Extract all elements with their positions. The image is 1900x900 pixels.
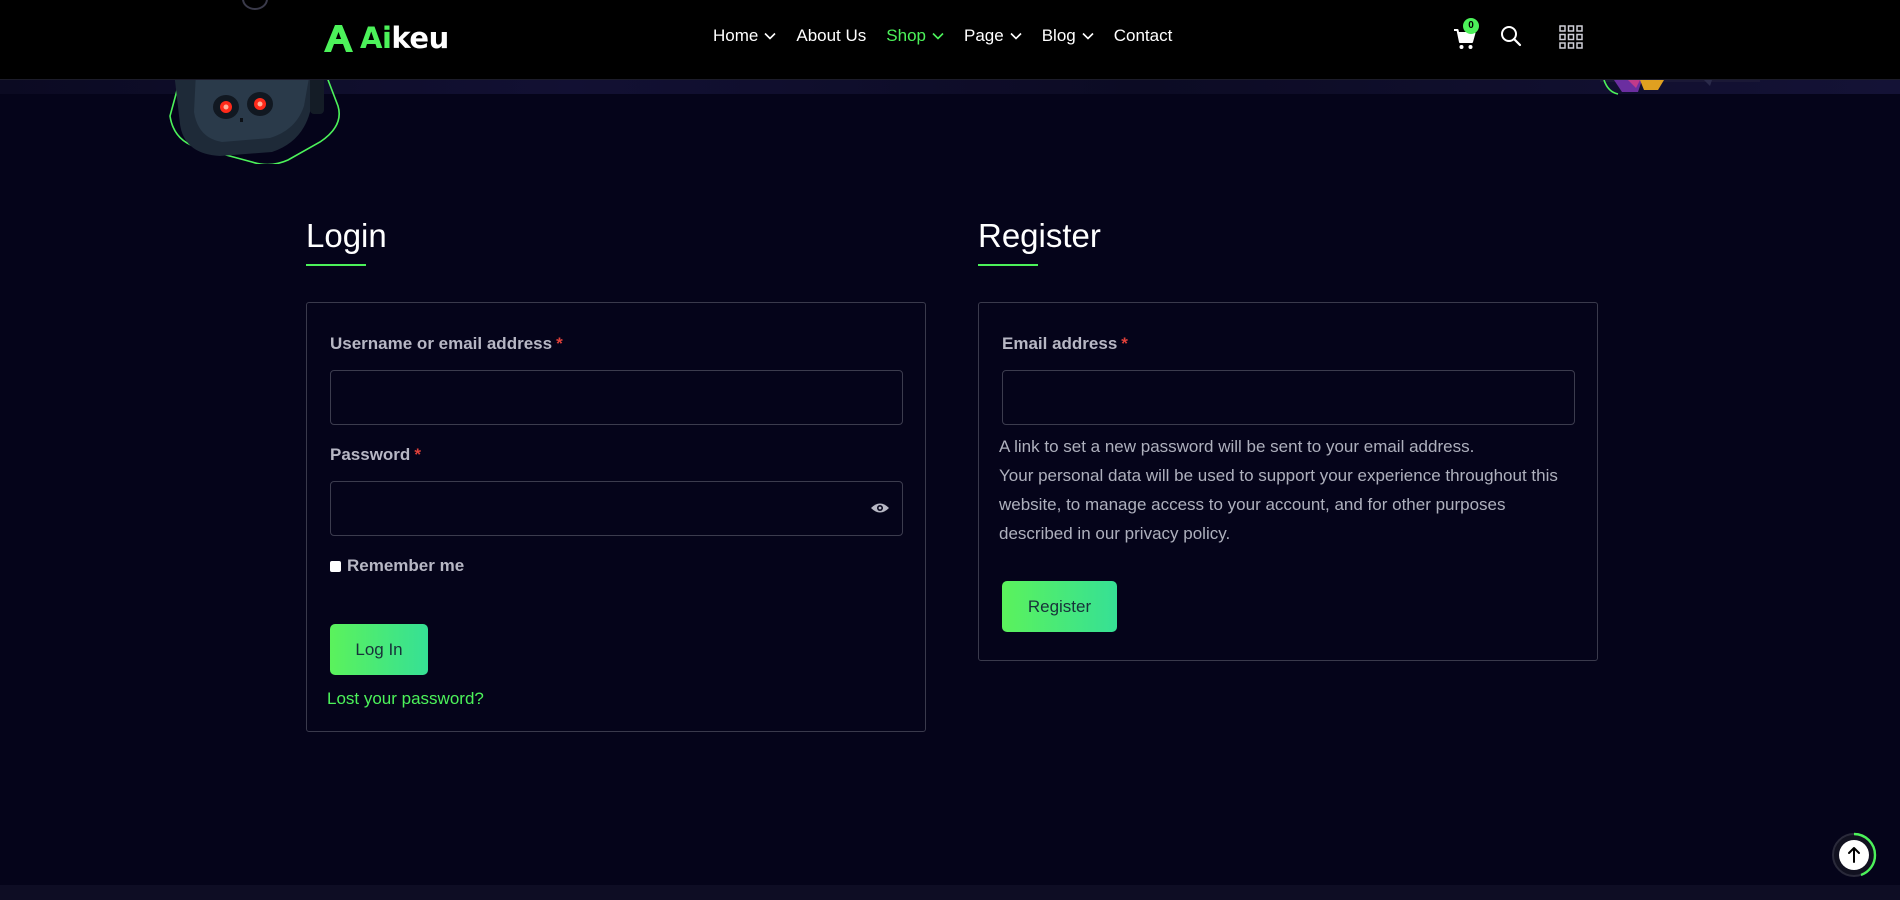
nav-item-about-us[interactable]: About Us xyxy=(796,26,866,46)
register-title-underline xyxy=(978,264,1038,266)
nav-item-blog[interactable]: Blog xyxy=(1042,26,1094,46)
chevron-down-icon xyxy=(764,32,776,40)
nav-item-label: Blog xyxy=(1041,26,1076,45)
required-asterisk: * xyxy=(1121,334,1128,353)
password-label-text: Password xyxy=(330,445,411,464)
nav-item-label: Shop xyxy=(886,26,926,45)
site-header: Aikeu Home About Us Shop Page Blog Conta… xyxy=(0,0,1900,80)
scroll-to-top-button[interactable] xyxy=(1831,832,1877,878)
nav-item-page[interactable]: Page xyxy=(964,26,1022,46)
required-asterisk: * xyxy=(556,334,563,353)
lost-password-link[interactable]: Lost your password? xyxy=(327,689,484,709)
decorative-circle xyxy=(242,0,268,10)
password-input[interactable] xyxy=(330,481,903,536)
email-input[interactable] xyxy=(1002,370,1575,425)
logo-mark-icon xyxy=(324,25,353,52)
nav-item-shop[interactable]: Shop xyxy=(886,26,944,46)
main-nav: Home About Us Shop Page Blog Contact xyxy=(713,24,1172,48)
login-title-underline xyxy=(306,264,366,266)
password-link-info: A link to set a new password will be sen… xyxy=(999,437,1475,456)
username-label-text: Username or email address xyxy=(330,334,553,353)
login-form-card: Username or email address * Password * Rem… xyxy=(306,302,926,732)
hero-artwork-fragment xyxy=(1600,80,1760,95)
privacy-policy-text: Your personal data will be used to suppo… xyxy=(999,466,1558,543)
footer-edge xyxy=(0,885,1900,900)
grid-menu-icon[interactable] xyxy=(1559,25,1583,49)
username-label: Username or email address * xyxy=(330,334,563,354)
site-logo[interactable]: Aikeu xyxy=(322,20,449,56)
robot-illustration xyxy=(169,72,340,164)
register-button[interactable]: Register xyxy=(1002,581,1117,632)
logo-text: Aikeu xyxy=(360,21,449,55)
nav-item-contact[interactable]: Contact xyxy=(1114,26,1173,46)
register-form-card: Email address * A link to set a new passw… xyxy=(978,302,1598,661)
email-label-text: Email address xyxy=(1002,334,1118,353)
nav-item-label: Contact xyxy=(1113,26,1173,45)
username-input[interactable] xyxy=(330,370,903,425)
show-password-eye-icon[interactable] xyxy=(870,502,890,514)
login-button[interactable]: Log In xyxy=(330,624,428,675)
email-label: Email address * xyxy=(1002,334,1128,354)
remember-me-checkbox[interactable] xyxy=(330,560,341,572)
login-title: Login xyxy=(306,217,387,254)
required-asterisk: * xyxy=(414,445,421,464)
cart-count-badge: 0 xyxy=(1463,18,1479,34)
chevron-down-icon xyxy=(1082,32,1094,40)
nav-item-label: About Us xyxy=(796,26,867,45)
nav-item-home[interactable]: Home xyxy=(713,26,776,46)
search-icon[interactable] xyxy=(1500,25,1522,47)
nav-item-label: Page xyxy=(964,26,1004,45)
logo-text-accent: Ai xyxy=(360,21,392,55)
remember-me-label: Remember me xyxy=(347,556,465,575)
chevron-down-icon xyxy=(1010,32,1022,40)
password-label: Password * xyxy=(330,445,421,465)
nav-item-label: Home xyxy=(713,26,759,45)
logo-text-rest: keu xyxy=(391,21,449,55)
remember-me: Remember me xyxy=(330,556,464,576)
register-title: Register xyxy=(978,217,1101,254)
chevron-down-icon xyxy=(932,32,944,40)
